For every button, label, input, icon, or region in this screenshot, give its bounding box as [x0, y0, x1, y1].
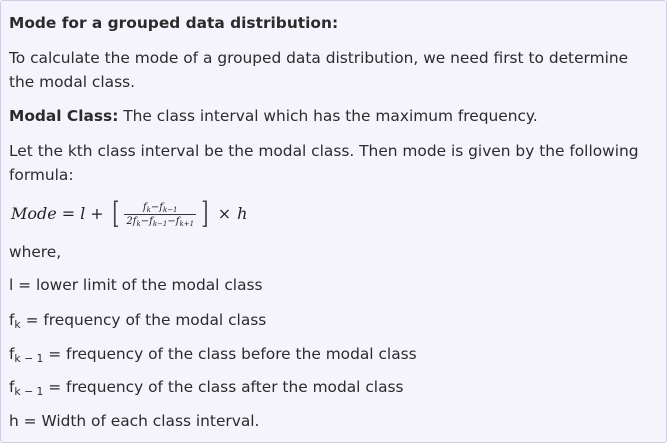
formula-times: × [217, 204, 232, 223]
where-label: where, [9, 243, 62, 261]
kth-line-1: Let the kth class interval be the modal … [9, 142, 639, 160]
definition-l: l = lower limit of the modal class [9, 276, 263, 294]
formula-left-bracket: [ [112, 196, 120, 231]
kth-line-2: formula: [9, 166, 74, 184]
formula-fraction: fk−fk−1 2fk−fk−1−fk+1 [124, 201, 197, 228]
formula-lhs: Mode [11, 204, 57, 223]
fraction-bar [124, 213, 197, 215]
intro-line-1: To calculate the mode of a grouped data … [9, 49, 629, 67]
definition-fk-after: fk − 1 = frequency of the class after th… [9, 378, 404, 399]
formula-right-bracket: ] [201, 196, 209, 231]
formula-h: h [237, 204, 248, 223]
fraction-numerator: fk−fk−1 [142, 201, 178, 214]
intro-line-2: the modal class. [9, 73, 136, 91]
modal-class-text: The class interval which has the maximum… [118, 107, 538, 125]
fraction-denominator: 2fk−fk−1−fk+1 [126, 215, 195, 228]
definition-fk: fk = frequency of the modal class [9, 311, 267, 332]
formula-l: l [80, 204, 86, 223]
definition-fk-before: fk − 1 = frequency of the class before t… [9, 345, 417, 366]
content-card: Mode for a grouped data distribution: To… [0, 0, 667, 443]
modal-class-label: Modal Class: [9, 107, 119, 125]
formula-plus: + [90, 204, 104, 223]
definition-h: h = Width of each class interval. [9, 412, 260, 430]
modal-class-definition: Modal Class: The class interval which ha… [9, 104, 658, 128]
mode-formula: Mode = l + [ fk−fk−1 2fk−fk−1−fk+1 ] × h [11, 197, 247, 231]
formula-equals: = [61, 204, 76, 223]
section-heading: Mode for a grouped data distribution: [9, 14, 339, 32]
